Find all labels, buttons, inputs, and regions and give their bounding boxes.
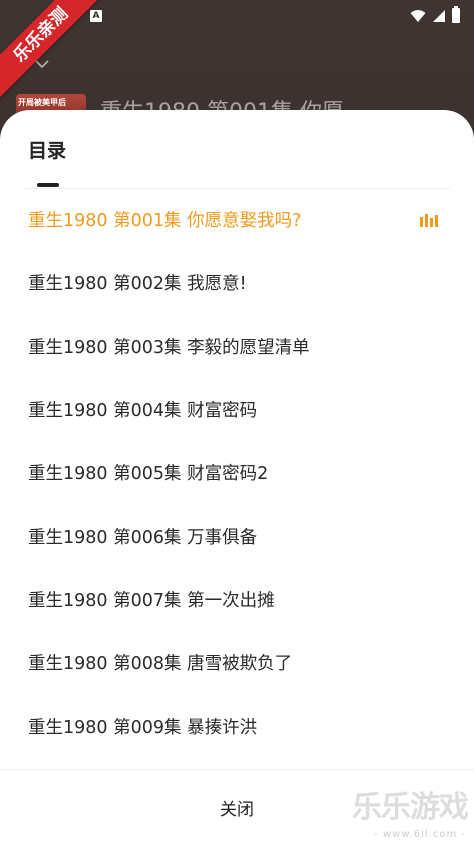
episode-label: 重生1980 第004集 财富密码 <box>28 401 258 422</box>
episode-label: 重生1980 第007集 第一次出摊 <box>28 590 275 611</box>
episode-item[interactable]: 重生1980 第009集 暴揍许洪 <box>0 694 474 757</box>
episode-list: 重生1980 第001集 你愿意娶我吗? 重生1980 第002集 我愿意! 重生1… <box>0 188 474 758</box>
episode-item[interactable]: 重生1980 第003集 李毅的愿望清单 <box>0 315 474 378</box>
episode-item[interactable]: 重生1980 第008集 唐雪被欺负了 <box>0 631 474 694</box>
episode-item[interactable]: 重生1980 第004集 财富密码 <box>0 378 474 441</box>
status-indicator: A <box>90 10 102 22</box>
episode-label: 重生1980 第008集 唐雪被欺负了 <box>28 654 293 675</box>
playing-icon <box>420 213 438 227</box>
episode-list-sheet: 目录 重生1980 第001集 你愿意娶我吗? 重生1980 第002集 我愿意!… <box>0 110 474 844</box>
watermark-url: - www.6ll.com - <box>374 829 466 840</box>
episode-item[interactable]: 重生1980 第002集 我愿意! <box>0 251 474 314</box>
episode-label: 重生1980 第001集 你愿意娶我吗? <box>28 211 302 232</box>
wifi-icon <box>410 9 426 22</box>
episode-label: 重生1980 第005集 财富密码2 <box>28 464 269 485</box>
signal-icon <box>433 9 445 22</box>
episode-label: 重生1980 第006集 万事俱备 <box>28 527 258 548</box>
screen: A 乐乐亲测 开局被美甲后 重生1980 第001集 你愿 目录 重生1980 … <box>0 0 474 844</box>
cover-text: 开局被美甲后 <box>18 98 66 107</box>
episode-label: 重生1980 第002集 我愿意! <box>28 274 247 295</box>
episode-item[interactable]: 重生1980 第006集 万事俱备 <box>0 504 474 567</box>
episode-label: 重生1980 第009集 暴揍许洪 <box>28 717 258 738</box>
episode-item[interactable]: 重生1980 第005集 财富密码2 <box>0 441 474 504</box>
battery-icon <box>452 6 460 23</box>
episode-label: 重生1980 第003集 李毅的愿望清单 <box>28 337 310 358</box>
status-icons <box>410 6 460 23</box>
tab-indicator <box>37 183 59 187</box>
watermark-brand: 乐乐游戏 <box>352 790 469 825</box>
episode-item[interactable]: 重生1980 第001集 你愿意娶我吗? <box>0 188 474 251</box>
sheet-title: 目录 <box>28 140 67 162</box>
episode-item[interactable]: 重生1980 第007集 第一次出摊 <box>0 568 474 631</box>
